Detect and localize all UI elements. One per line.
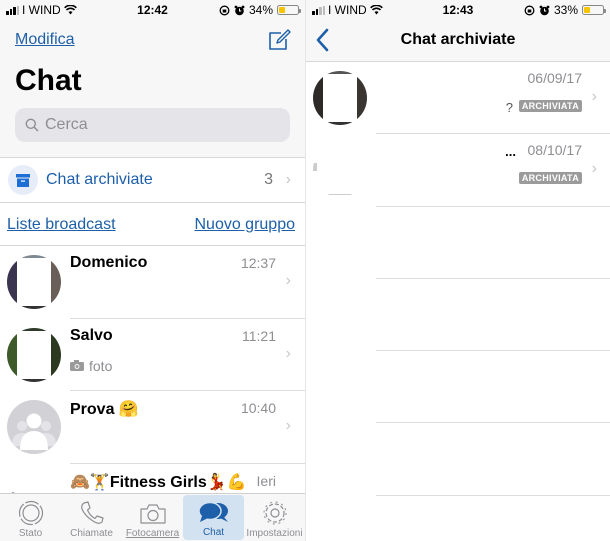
tab-bar: Stato Chiamate Fotocamera Chat Impostazi…	[0, 493, 305, 541]
archived-badge: ARCHIVIATA	[518, 100, 582, 112]
phone-icon	[80, 501, 104, 524]
avatar	[7, 400, 61, 454]
chat-preview: ?	[505, 100, 513, 115]
avatar	[7, 255, 61, 309]
archived-chats-row[interactable]: Chat archiviate 3 ›	[0, 157, 305, 203]
camera-icon	[139, 504, 166, 524]
battery-icon	[277, 5, 301, 15]
tab-settings[interactable]: Impostazioni	[244, 494, 305, 541]
chat-row[interactable]: Prova 🤗 10:40 ›	[0, 391, 305, 464]
gear-icon	[263, 501, 286, 525]
chat-name: 🙈🏋Fitness Girls💃💪	[70, 473, 247, 491]
alarm-icon	[539, 5, 550, 15]
chat-preview-text: foto	[89, 357, 113, 374]
alarm-icon	[234, 5, 245, 15]
compose-icon[interactable]	[267, 29, 291, 51]
tab-label: Stato	[18, 528, 43, 539]
avatar	[313, 71, 367, 125]
broadcast-lists-link[interactable]: Liste broadcast	[7, 216, 116, 234]
page-title: Chat	[15, 64, 82, 97]
archived-badge: ARCHIVIATA	[518, 172, 582, 185]
avatar	[7, 327, 61, 382]
orientation-lock-icon	[219, 5, 230, 15]
tab-chat[interactable]: Chat	[183, 495, 244, 540]
chat-name: Salvo	[70, 326, 113, 344]
chat-time: 11:21	[242, 327, 276, 344]
avatar	[313, 143, 367, 198]
chat-row[interactable]: Salvo 11:21 › foto	[0, 319, 305, 391]
chats-screen: I WIND 12:42 34% Modifica Chat Cerca Cha…	[0, 0, 305, 541]
chat-date: 06/09/17	[527, 70, 583, 86]
chat-time: 12:37	[240, 255, 276, 271]
empty-row	[306, 279, 610, 352]
archived-chat-row[interactable]: 08/10/17 ... ARCHIVIATA ›	[306, 134, 610, 207]
chat-preview: ...	[505, 144, 516, 160]
tab-status[interactable]: Stato	[0, 494, 61, 541]
battery-percent: 34%	[248, 3, 273, 17]
archived-count: 3	[264, 171, 273, 188]
archive-icon	[8, 165, 38, 195]
tab-label: Impostazioni	[246, 528, 303, 539]
tab-calls[interactable]: Chiamate	[61, 494, 122, 541]
chevron-right-icon: ›	[591, 88, 597, 105]
tab-label: Chat	[202, 527, 225, 538]
search-placeholder: Cerca	[45, 116, 88, 133]
chevron-right-icon: ›	[285, 171, 291, 188]
tab-label: Fotocamera	[125, 528, 180, 539]
camera-icon	[70, 360, 84, 371]
chat-bubbles-icon	[197, 501, 228, 522]
empty-row	[306, 423, 610, 496]
empty-row	[306, 351, 610, 424]
tab-label: Chiamate	[70, 528, 113, 539]
links-row: Liste broadcast Nuovo gruppo	[0, 203, 305, 246]
new-group-link[interactable]: Nuovo gruppo	[194, 216, 295, 234]
chat-preview: foto	[70, 358, 112, 374]
chat-name: Domenico	[70, 254, 148, 271]
page-title: Chat archiviate	[400, 31, 516, 48]
archived-chats-label: Chat archiviate	[46, 171, 153, 188]
chevron-right-icon: ›	[285, 344, 291, 362]
archived-chat-list: 06/09/17 ? ARCHIVIATA › 08/10/17 ... ARC…	[306, 62, 610, 496]
group-placeholder-icon	[12, 413, 56, 450]
tab-camera[interactable]: Fotocamera	[122, 494, 183, 541]
chat-time: Ieri	[256, 472, 276, 489]
chevron-right-icon: ›	[591, 160, 597, 178]
search-icon	[25, 118, 39, 132]
archived-chats-screen: I WIND 12:43 33% Chat archiviate 06/09/1…	[305, 0, 610, 541]
chat-row[interactable]: Domenico 12:37 ›	[0, 246, 305, 319]
edit-button[interactable]: Modifica	[15, 31, 75, 49]
search-input[interactable]: Cerca	[15, 108, 290, 142]
chevron-right-icon: ›	[285, 272, 291, 289]
status-icon	[18, 500, 43, 526]
chat-name: Prova 🤗	[70, 401, 139, 418]
orientation-lock-icon	[524, 5, 535, 15]
status-bar: I WIND 12:42 34%	[0, 0, 305, 20]
status-bar: I WIND 12:43 33%	[306, 0, 610, 20]
chat-date: 08/10/17	[527, 142, 583, 159]
archived-chat-row[interactable]: 06/09/17 ? ARCHIVIATA ›	[306, 62, 610, 135]
chat-time: 10:40	[240, 400, 276, 416]
battery-icon	[582, 5, 606, 15]
empty-row	[306, 207, 610, 279]
chevron-right-icon: ›	[285, 417, 291, 434]
battery-percent: 33%	[553, 3, 578, 17]
